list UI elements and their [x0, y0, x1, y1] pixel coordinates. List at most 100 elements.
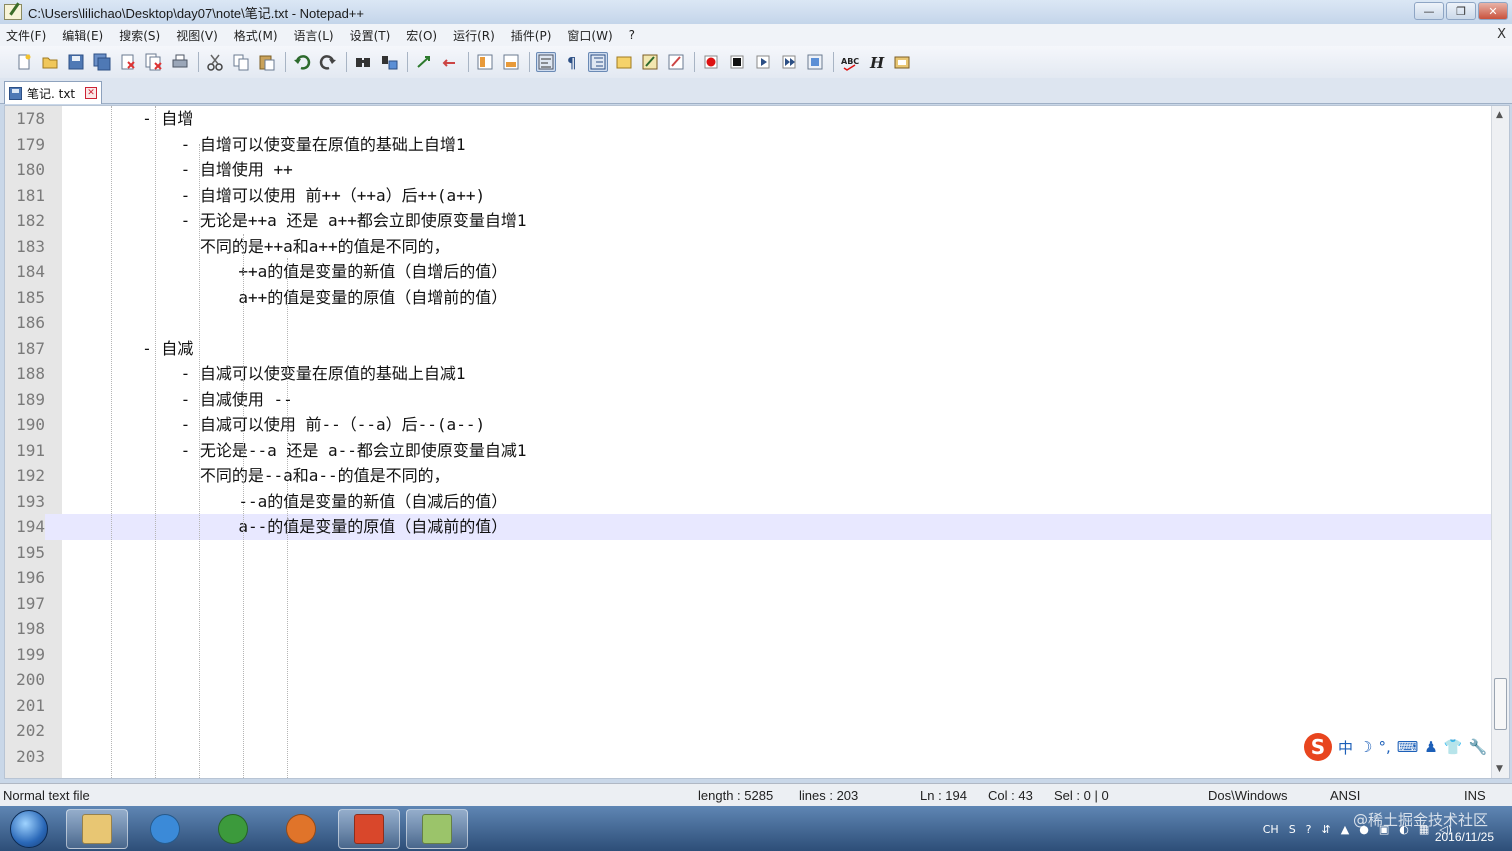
save-all-button[interactable]: [92, 52, 112, 72]
scroll-thumb[interactable]: [1494, 678, 1507, 730]
menu-item[interactable]: 文件(F): [6, 27, 46, 44]
tray-date[interactable]: 2016/11/25: [1435, 830, 1494, 844]
menu-item[interactable]: ?: [629, 28, 635, 42]
tray-icon[interactable]: S: [1289, 823, 1296, 836]
editor-line[interactable]: 202: [5, 718, 1493, 744]
zoom-in-button[interactable]: [414, 52, 434, 72]
tray-icon[interactable]: ▦: [1419, 823, 1429, 836]
record-macro-button[interactable]: [701, 52, 721, 72]
editor-line[interactable]: 182 - 无论是++a 还是 a++都会立即使原变量自增1: [5, 208, 1493, 234]
close-button[interactable]: ✕: [1478, 2, 1508, 20]
menu-item[interactable]: 语言(L): [294, 27, 334, 44]
notepadpp-taskbar-button[interactable]: [406, 809, 468, 849]
tray-icon[interactable]: ▣: [1379, 823, 1389, 836]
scroll-up-icon[interactable]: ▲: [1496, 110, 1503, 120]
user-language-button[interactable]: [614, 52, 634, 72]
indent-guide-button[interactable]: [588, 52, 608, 72]
copy-button[interactable]: [231, 52, 251, 72]
editor-line[interactable]: 181 - 自增可以使用 前++（++a）后++(a++): [5, 183, 1493, 209]
editor-line[interactable]: 178 - 自增: [5, 106, 1493, 132]
editor-line[interactable]: 184 ++a的值是变量的新值（自增后的值）: [5, 259, 1493, 285]
hbuilder-taskbar-button[interactable]: [338, 809, 400, 849]
find-button[interactable]: [353, 52, 373, 72]
menu-item[interactable]: 格式(M): [234, 27, 278, 44]
editor-line[interactable]: 190 - 自减可以使用 前--（--a）后--(a--): [5, 412, 1493, 438]
minimize-button[interactable]: —: [1414, 2, 1444, 20]
spell-check-button[interactable]: ABC: [840, 52, 860, 72]
tray-icon[interactable]: CH: [1263, 823, 1279, 836]
menu-item[interactable]: 搜索(S): [119, 27, 160, 44]
tray-icon[interactable]: ⇵: [1322, 823, 1331, 836]
editor-line[interactable]: 179 - 自增可以使变量在原值的基础上自增1: [5, 132, 1493, 158]
firefox-taskbar-button[interactable]: [270, 809, 332, 849]
editor-line[interactable]: 189 - 自减使用 --: [5, 387, 1493, 413]
editor-line[interactable]: 196: [5, 565, 1493, 591]
editor-line[interactable]: 199: [5, 642, 1493, 668]
save-button[interactable]: [66, 52, 86, 72]
menu-item[interactable]: 插件(P): [511, 27, 552, 44]
chrome-taskbar-button[interactable]: [202, 809, 264, 849]
editor-line[interactable]: 201: [5, 693, 1493, 719]
sogou-logo-icon[interactable]: S: [1304, 733, 1332, 761]
menu-item[interactable]: 窗口(W): [567, 27, 612, 44]
sync-vertical-button[interactable]: [475, 52, 495, 72]
editor-line[interactable]: 200: [5, 667, 1493, 693]
text-editor[interactable]: 178 - 自增 179 - 自增可以使变量在原值的基础上自增1 180 - 自增使…: [4, 105, 1510, 779]
ie-taskbar-button[interactable]: [134, 809, 196, 849]
editor-line[interactable]: 180 - 自增使用 ++: [5, 157, 1493, 183]
tray-icon[interactable]: ◐: [1399, 823, 1409, 836]
editor-line[interactable]: 192 不同的是--a和a--的值是不同的，: [5, 463, 1493, 489]
show-all-chars-button[interactable]: ¶: [562, 52, 582, 72]
close-all-button[interactable]: [144, 52, 164, 72]
ime-tool-icon[interactable]: 👕: [1444, 738, 1463, 756]
ime-tool-icon[interactable]: ⌨: [1397, 738, 1419, 756]
tray-icon[interactable]: ▲: [1341, 823, 1349, 836]
redo-button[interactable]: [318, 52, 338, 72]
zoom-out-button[interactable]: [440, 52, 460, 72]
ime-tool-icon[interactable]: ☽: [1359, 738, 1372, 756]
function-list-button[interactable]: [640, 52, 660, 72]
editor-line[interactable]: 197: [5, 591, 1493, 617]
run-macro-multiple-button[interactable]: [779, 52, 799, 72]
undo-button[interactable]: [292, 52, 312, 72]
replace-button[interactable]: [379, 52, 399, 72]
start-button[interactable]: [10, 810, 48, 848]
stop-record-button[interactable]: [727, 52, 747, 72]
editor-line[interactable]: 198: [5, 616, 1493, 642]
cut-button[interactable]: [205, 52, 225, 72]
menu-item[interactable]: 视图(V): [176, 27, 218, 44]
document-map-button[interactable]: [666, 52, 686, 72]
editor-line[interactable]: 183 不同的是++a和a++的值是不同的，: [5, 234, 1493, 260]
editor-line[interactable]: 194 a--的值是变量的原值（自减前的值）: [5, 514, 1493, 540]
tray-icon[interactable]: ●: [1359, 823, 1369, 836]
vertical-scrollbar[interactable]: ▲ ▼: [1491, 106, 1509, 778]
sync-horizontal-button[interactable]: [501, 52, 521, 72]
new-file-button[interactable]: [14, 52, 34, 72]
menu-close-icon[interactable]: X: [1497, 27, 1506, 42]
ime-tool-icon[interactable]: 🔧: [1469, 738, 1488, 756]
ime-tool-icon[interactable]: ♟: [1424, 738, 1437, 756]
editor-line[interactable]: 185 a++的值是变量的原值（自增前的值）: [5, 285, 1493, 311]
tab-close-icon[interactable]: ✕: [85, 87, 97, 99]
menu-item[interactable]: 设置(T): [350, 27, 391, 44]
restore-button[interactable]: ❐: [1446, 2, 1476, 20]
menu-item[interactable]: 编辑(E): [62, 27, 103, 44]
editor-line[interactable]: 203: [5, 744, 1493, 770]
print-button[interactable]: [170, 52, 190, 72]
editor-line[interactable]: 187 - 自减: [5, 336, 1493, 362]
tab-notes-txt[interactable]: 笔记. txt ✕: [4, 81, 102, 104]
scroll-down-icon[interactable]: ▼: [1496, 764, 1503, 774]
tray-icon[interactable]: ?: [1306, 823, 1312, 836]
ime-tool-icon[interactable]: °,: [1378, 738, 1390, 756]
ime-tool-icon[interactable]: 中: [1338, 737, 1353, 758]
explorer-taskbar-button[interactable]: [66, 809, 128, 849]
save-macro-button[interactable]: [805, 52, 825, 72]
paste-button[interactable]: [257, 52, 277, 72]
clipboard-button[interactable]: [892, 52, 912, 72]
html-tag-button[interactable]: H: [866, 52, 886, 72]
play-macro-button[interactable]: [753, 52, 773, 72]
menu-item[interactable]: 运行(R): [453, 27, 495, 44]
open-file-button[interactable]: [40, 52, 60, 72]
editor-line[interactable]: 193 --a的值是变量的新值（自减后的值）: [5, 489, 1493, 515]
word-wrap-button[interactable]: [536, 52, 556, 72]
